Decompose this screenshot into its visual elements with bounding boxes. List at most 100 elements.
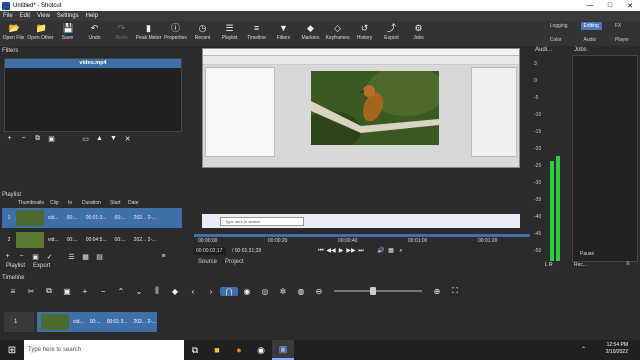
shotcut-taskbar-icon[interactable]: ▣ bbox=[272, 340, 294, 360]
paste-icon[interactable]: ▣ bbox=[58, 287, 76, 296]
layout-fx[interactable]: FX bbox=[612, 22, 632, 30]
tab-export[interactable]: Export bbox=[29, 263, 54, 269]
zoom-out-icon[interactable]: ⊖ bbox=[310, 287, 328, 296]
timeline-menu-icon[interactable]: ≡ bbox=[4, 287, 22, 296]
markers-button[interactable]: ◆ Markers bbox=[297, 21, 324, 46]
menu-view[interactable]: View bbox=[37, 13, 50, 19]
layout-player[interactable]: Player bbox=[612, 36, 632, 44]
taskbar-clock[interactable]: 12:54 PM 2/10/2022 bbox=[606, 342, 628, 356]
cut-icon[interactable]: ✂ bbox=[22, 287, 40, 296]
timeline-button[interactable]: ≡ Timeline bbox=[243, 21, 270, 46]
next-marker-icon[interactable]: › bbox=[202, 287, 220, 296]
snap-icon[interactable]: ⋂ bbox=[220, 286, 238, 296]
maximize-button[interactable]: □ bbox=[600, 0, 620, 11]
obs-icon[interactable]: ◉ bbox=[250, 340, 272, 360]
scrub-icon[interactable]: ◉ bbox=[238, 287, 256, 296]
undo-button[interactable]: ↶ Undo bbox=[81, 21, 108, 46]
split-icon[interactable]: ⫼ bbox=[148, 286, 166, 296]
peak-meter-button[interactable]: ▮ Peak Meter bbox=[135, 21, 162, 46]
skip-end-icon[interactable]: ⏭ bbox=[356, 247, 366, 255]
col-thumbnails[interactable]: Thumbnails bbox=[18, 200, 50, 208]
firefox-icon[interactable]: ● bbox=[228, 340, 250, 360]
windows-start-icon[interactable]: ⊞ bbox=[0, 340, 24, 360]
jobs-menu-icon[interactable]: ≡ bbox=[626, 261, 630, 267]
rewind-icon[interactable]: ◀◀ bbox=[326, 247, 336, 255]
playlist-row-1[interactable]: 1 vid... 00:... 00:01:3... 00:... 202...… bbox=[2, 208, 182, 228]
layout-audio[interactable]: Audio bbox=[581, 36, 602, 44]
previous-marker-icon[interactable]: ‹ bbox=[184, 287, 202, 296]
move-down-icon[interactable]: ▼ bbox=[108, 134, 119, 143]
filters-button[interactable]: ▼ Filters bbox=[270, 21, 297, 46]
redo-button[interactable]: ↷ Redo bbox=[108, 21, 135, 46]
add-filter-icon[interactable]: + bbox=[4, 134, 15, 143]
layout-color[interactable]: Color bbox=[547, 36, 571, 44]
layout-logging[interactable]: Logging bbox=[547, 22, 571, 30]
minimize-button[interactable]: — bbox=[580, 0, 600, 11]
col-in[interactable]: In bbox=[68, 200, 82, 208]
tab-playlist[interactable]: Playlist bbox=[2, 263, 29, 269]
zoom-in-icon[interactable]: ⊕ bbox=[428, 287, 446, 296]
layout-editing[interactable]: Editing bbox=[580, 22, 602, 30]
jobs-list[interactable] bbox=[572, 55, 638, 262]
lift-icon[interactable]: ⌃ bbox=[112, 287, 130, 296]
recent-jobs-label[interactable]: Rec... bbox=[574, 262, 587, 268]
fast-forward-icon[interactable]: ▶▶ bbox=[346, 247, 356, 255]
menu-settings[interactable]: Settings bbox=[57, 13, 79, 19]
pause-button[interactable]: Pause bbox=[580, 251, 594, 257]
video-frame[interactable] bbox=[202, 48, 520, 168]
copy-icon[interactable]: ⧉ bbox=[40, 286, 58, 296]
scrub-track[interactable] bbox=[194, 234, 530, 237]
tab-source[interactable]: Source bbox=[194, 258, 221, 266]
menu-edit[interactable]: Edit bbox=[20, 13, 30, 19]
zoom-icon[interactable]: ⌕ bbox=[396, 247, 406, 255]
timecode-current[interactable]: 00:00:02;17 bbox=[194, 247, 226, 255]
col-duration[interactable]: Duration bbox=[82, 200, 110, 208]
ripple-delete-icon[interactable]: − bbox=[94, 287, 112, 296]
append-icon[interactable]: + bbox=[76, 287, 94, 296]
remove-filter-icon[interactable]: − bbox=[18, 134, 29, 143]
remove-clip-icon[interactable]: − bbox=[16, 252, 27, 261]
zoom-fit-icon[interactable]: ⛶ bbox=[446, 286, 464, 296]
volume-icon[interactable]: 🔊 bbox=[376, 247, 386, 255]
copy-filter-icon[interactable]: ⧉ bbox=[32, 134, 43, 143]
history-button[interactable]: ↺ History bbox=[351, 21, 378, 46]
properties-button[interactable]: ⓘ Properties bbox=[162, 21, 189, 46]
open-other-button[interactable]: 📁 Open Other bbox=[27, 21, 54, 46]
move-up-icon[interactable]: ▲ bbox=[94, 134, 105, 143]
recent-button[interactable]: ◷ Recent bbox=[189, 21, 216, 46]
zoom-slider[interactable] bbox=[334, 287, 422, 295]
ripple-icon[interactable]: ◎ bbox=[256, 287, 274, 296]
save-button[interactable]: 💾 Save bbox=[54, 21, 81, 46]
jobs-button[interactable]: ⚙ Jobs bbox=[405, 21, 432, 46]
skip-start-icon[interactable]: ⏮ bbox=[316, 247, 326, 255]
menu-help[interactable]: Help bbox=[86, 13, 98, 19]
keyframes-button[interactable]: ◇ Keyframes bbox=[324, 21, 351, 46]
append-clip-icon[interactable]: ✓ bbox=[44, 252, 55, 261]
playlist-button[interactable]: ☰ Playlist bbox=[216, 21, 243, 46]
col-clip[interactable]: Clip bbox=[50, 200, 68, 208]
tab-project[interactable]: Project bbox=[221, 258, 248, 266]
ripple-markers-icon[interactable]: ◍ bbox=[292, 287, 310, 296]
timeline-clip[interactable]: vid... 00:... 00:01:3... 202... 2-... bbox=[37, 312, 157, 332]
menu-file[interactable]: File bbox=[3, 13, 13, 19]
save-preset-icon[interactable]: ▭ bbox=[80, 134, 91, 143]
paste-filter-icon[interactable]: ▣ bbox=[46, 134, 57, 143]
tile-view-icon[interactable]: ▦ bbox=[80, 252, 91, 261]
playlist-menu-icon[interactable]: ≡ bbox=[158, 252, 169, 261]
close-button[interactable]: ✕ bbox=[620, 0, 640, 11]
scrub-bar[interactable]: 00:00:00 00:00:20 00:00:40 00:01:00 00:0… bbox=[194, 232, 530, 246]
overwrite-icon[interactable]: ⌄ bbox=[130, 287, 148, 296]
marker-add-icon[interactable]: ◆ bbox=[166, 287, 184, 296]
system-tray-caret-icon[interactable]: ⌃ bbox=[581, 346, 586, 353]
ripple-all-icon[interactable]: ✲ bbox=[274, 287, 292, 296]
open-file-button[interactable]: 📂 Open File bbox=[0, 21, 27, 46]
file-explorer-icon[interactable]: ■ bbox=[206, 340, 228, 360]
col-start[interactable]: Start bbox=[110, 200, 128, 208]
task-view-icon[interactable]: ⧉ bbox=[184, 340, 206, 360]
deselect-icon[interactable]: ✕ bbox=[122, 134, 133, 143]
playlist-row-2[interactable]: 2 vid... 00:... 00:04:5... 00:... 202...… bbox=[2, 230, 182, 250]
grid-icon[interactable]: ▦ bbox=[386, 247, 396, 255]
taskbar-search[interactable]: Type here to search bbox=[24, 340, 184, 360]
add-clip-icon[interactable]: + bbox=[2, 252, 13, 261]
icon-view-icon[interactable]: ▤ bbox=[94, 252, 105, 261]
